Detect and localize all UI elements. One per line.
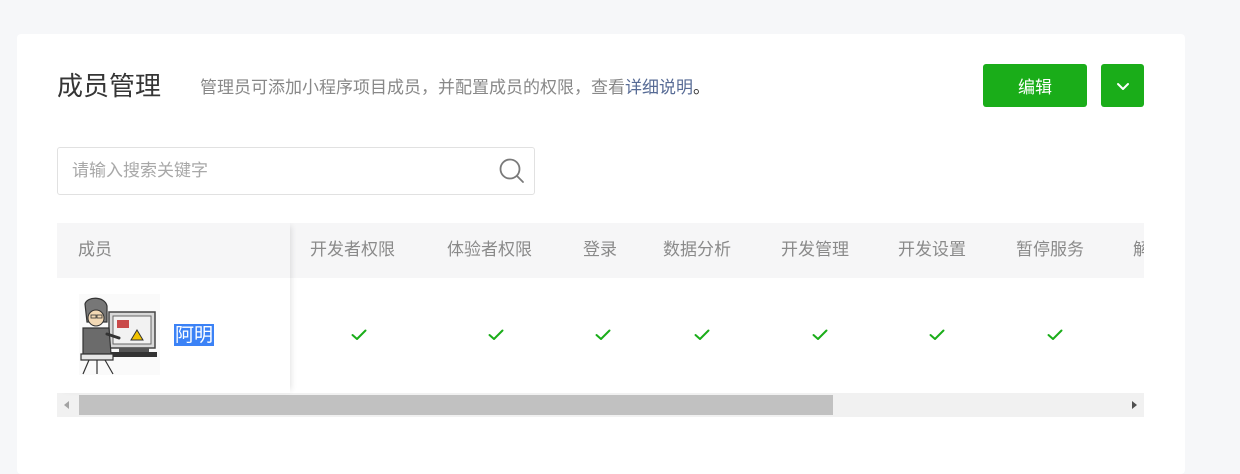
column-header: 暂停服务	[1016, 240, 1084, 260]
check-icon	[1047, 329, 1063, 340]
column-header-member: 成员	[78, 240, 112, 260]
member-management-card: 成员管理 管理员可添加小程序项目成员，并配置成员的权限，查看详细说明。 编辑 开…	[17, 34, 1185, 474]
check-icon	[812, 329, 828, 340]
scrollbar-thumb[interactable]	[79, 395, 833, 415]
check-icon	[595, 329, 611, 340]
search-box	[57, 147, 535, 195]
description-text: 管理员可添加小程序项目成员，并配置成员的权限，查看	[200, 78, 625, 98]
scroll-right-arrow-icon[interactable]	[1124, 393, 1144, 417]
search-icon[interactable]	[490, 157, 534, 185]
page-description: 管理员可添加小程序项目成员，并配置成员的权限，查看详细说明。	[200, 76, 710, 100]
column-header: 登录	[583, 240, 617, 260]
column-header: 体验者权限	[447, 240, 532, 260]
check-icon	[351, 329, 367, 340]
avatar	[79, 294, 160, 375]
members-table: 开发者权限 体验者权限 登录 数据分析 开发管理 开发设置 暂停服务 解 成员	[57, 223, 1144, 417]
check-icon	[929, 329, 945, 340]
scroll-left-arrow-icon[interactable]	[57, 393, 77, 417]
column-header: 开发者权限	[310, 240, 395, 260]
check-icon	[694, 329, 710, 340]
horizontal-scrollbar[interactable]	[57, 393, 1144, 417]
search-input[interactable]	[58, 147, 490, 195]
member-cell: 阿明	[57, 278, 290, 393]
edit-button-label: 编辑	[1018, 78, 1052, 98]
details-link[interactable]: 详细说明	[625, 78, 693, 98]
column-header: 开发管理	[781, 240, 849, 260]
edit-button[interactable]: 编辑	[983, 64, 1087, 107]
check-icon	[488, 329, 504, 340]
column-header: 数据分析	[663, 240, 731, 260]
chevron-down-icon	[1116, 76, 1130, 95]
member-name[interactable]: 阿明	[174, 324, 215, 346]
description-period: 。	[693, 78, 710, 98]
member-column-header: 成员	[57, 223, 290, 278]
more-options-button[interactable]	[1101, 64, 1144, 107]
column-header: 解	[1133, 240, 1144, 260]
page-title: 成员管理	[57, 72, 162, 102]
member-fixed-column: 成员 阿明	[57, 223, 290, 393]
column-header: 开发设置	[898, 240, 966, 260]
